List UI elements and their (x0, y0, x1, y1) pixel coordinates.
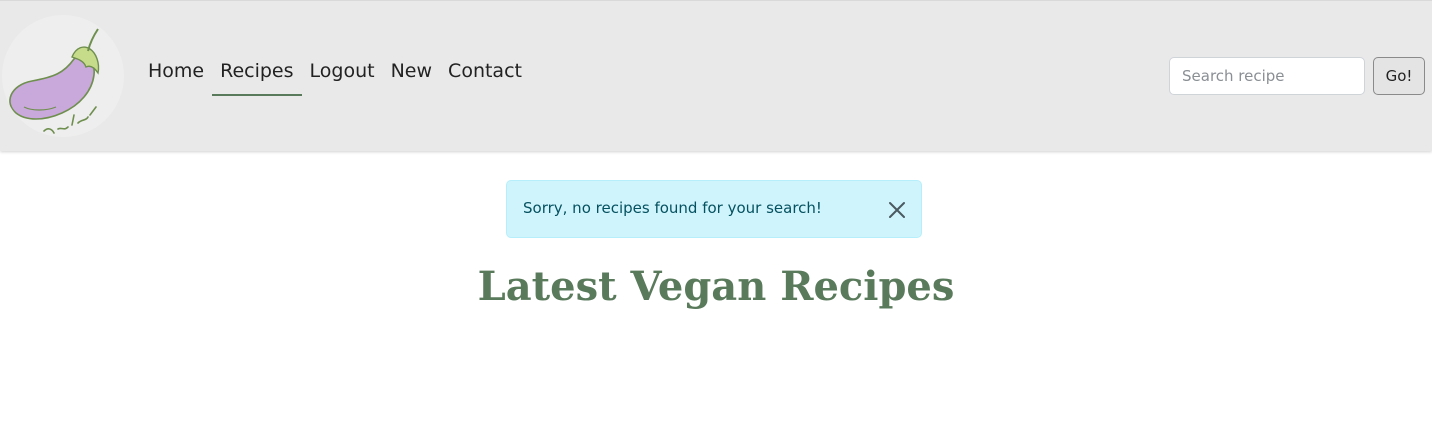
main-nav: Home Recipes Logout New Contact (140, 57, 530, 97)
site-logo[interactable] (2, 15, 124, 137)
nav-link-contact[interactable]: Contact (440, 57, 530, 97)
no-results-alert: Sorry, no recipes found for your search! (506, 180, 922, 238)
page-title: Latest Vegan Recipes (477, 263, 955, 310)
navbar: Home Recipes Logout New Contact Go! (0, 0, 1432, 151)
alert-message: Sorry, no recipes found for your search! (523, 199, 822, 217)
search-input[interactable] (1169, 57, 1365, 95)
search-go-button[interactable]: Go! (1373, 57, 1425, 95)
nav-link-logout[interactable]: Logout (302, 57, 383, 97)
search-form: Go! (1169, 57, 1425, 95)
close-icon[interactable] (887, 200, 907, 220)
nav-link-recipes[interactable]: Recipes (212, 57, 302, 97)
eggplant-logo-icon (9, 28, 100, 134)
nav-link-home[interactable]: Home (140, 57, 212, 97)
nav-link-new[interactable]: New (383, 57, 440, 97)
